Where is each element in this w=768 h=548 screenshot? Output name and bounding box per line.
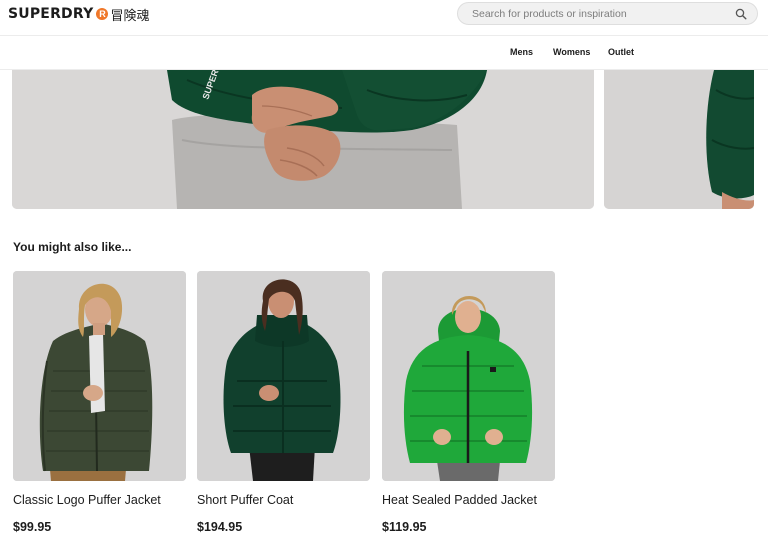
search-bar[interactable] <box>457 2 758 25</box>
nav-item-mens[interactable]: Mens <box>510 47 533 57</box>
logo-wordmark: SUPERDRY <box>8 6 94 22</box>
page: SUPERDRY R 冒険魂 Mens Womens Outlet <box>0 0 768 548</box>
hero-next-slide-image[interactable] <box>604 70 754 209</box>
nav-item-outlet[interactable]: Outlet <box>608 47 634 57</box>
site-header: SUPERDRY R 冒険魂 <box>0 0 768 36</box>
product-price: $99.95 <box>13 520 52 534</box>
product-name[interactable]: Short Puffer Coat <box>197 493 293 507</box>
product-price: $119.95 <box>382 520 427 534</box>
hero-slide-image[interactable]: SUPER <box>12 70 594 209</box>
search-icon[interactable] <box>735 8 747 20</box>
hero-carousel: SUPER <box>0 70 768 212</box>
registered-mark-icon: R <box>96 8 109 20</box>
product-card[interactable]: Short Puffer Coat $194.95 <box>197 271 370 534</box>
product-name[interactable]: Classic Logo Puffer Jacket <box>13 493 161 507</box>
superdry-logo[interactable]: SUPERDRY R 冒険魂 <box>8 5 150 24</box>
product-image[interactable] <box>197 271 370 481</box>
main-nav: Mens Womens Outlet <box>0 36 768 70</box>
product-price: $194.95 <box>197 520 243 534</box>
product-card[interactable]: Classic Logo Puffer Jacket $99.95 <box>13 271 186 534</box>
logo-cjk-wordmark: 冒険魂 <box>110 8 150 24</box>
product-card[interactable]: Heat Sealed Padded Jacket $119.95 <box>382 271 555 534</box>
product-image[interactable] <box>13 271 186 481</box>
search-input[interactable] <box>472 7 735 20</box>
recommendations-title: You might also like... <box>13 240 132 254</box>
product-image[interactable] <box>382 271 555 481</box>
product-name[interactable]: Heat Sealed Padded Jacket <box>382 493 537 507</box>
nav-item-womens[interactable]: Womens <box>553 47 590 57</box>
